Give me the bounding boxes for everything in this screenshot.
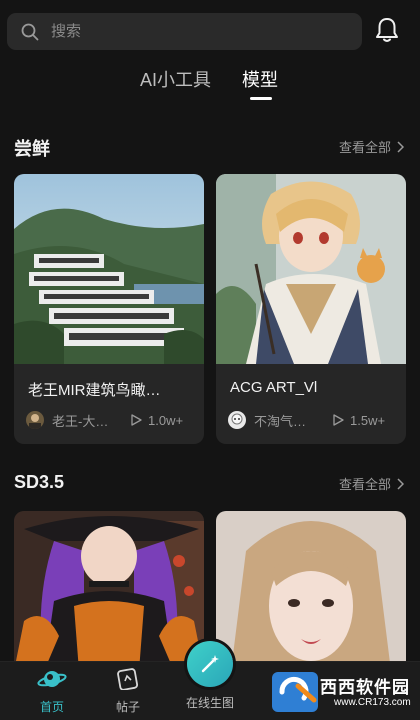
model-card[interactable] bbox=[216, 511, 406, 671]
model-thumbnail-anime bbox=[216, 174, 406, 364]
model-card[interactable] bbox=[14, 511, 204, 671]
bell-icon[interactable] bbox=[374, 16, 400, 44]
model-title: ACG ART_Vl bbox=[230, 379, 318, 396]
active-tab-indicator bbox=[250, 97, 272, 100]
play-icon bbox=[131, 414, 142, 426]
tab-ai-tools[interactable]: AI小工具 bbox=[140, 66, 211, 92]
view-all-link[interactable]: 查看全部 bbox=[339, 137, 404, 156]
avatar bbox=[228, 411, 246, 429]
magic-wand-icon bbox=[201, 655, 219, 673]
author-name: 不淘气… bbox=[254, 413, 307, 429]
chevron-right-icon bbox=[397, 477, 404, 490]
nav-label: 帖子 bbox=[115, 700, 140, 714]
model-card[interactable]: ACG ART_Vl 不淘气… 1.5w+ bbox=[216, 174, 406, 444]
search-icon bbox=[21, 23, 39, 40]
watermark-url: www.CR173.com bbox=[334, 697, 411, 708]
top-bar bbox=[0, 0, 420, 60]
model-thumbnail-architecture bbox=[14, 174, 204, 364]
section-title: SD3.5 bbox=[14, 472, 65, 492]
cards-icon bbox=[117, 668, 139, 691]
search-input[interactable] bbox=[49, 22, 329, 41]
nav-posts[interactable]: 帖子 bbox=[98, 668, 158, 715]
section-title: 尝鲜 bbox=[14, 139, 50, 159]
nav-label: 首页 bbox=[39, 700, 64, 714]
nav-home[interactable]: 首页 bbox=[22, 668, 82, 715]
avatar bbox=[26, 411, 44, 429]
section-header-sd35: SD3.5 查看全部 bbox=[0, 472, 420, 502]
section-header-trending: 尝鲜 查看全部 bbox=[0, 135, 420, 165]
chevron-right-icon bbox=[397, 140, 404, 153]
tab-models[interactable]: 模型 bbox=[242, 66, 278, 92]
model-title: 老王MIR建筑鸟瞰… bbox=[28, 382, 161, 399]
generate-label: 在线生图 bbox=[186, 696, 235, 710]
play-count: 1.0w+ bbox=[148, 412, 184, 428]
play-count: 1.5w+ bbox=[350, 412, 386, 428]
planet-icon bbox=[37, 671, 67, 687]
author-name: 老王-大… bbox=[52, 413, 109, 429]
model-meta: 老王-大… 1.0w+ bbox=[26, 410, 202, 430]
model-card[interactable]: 老王MIR建筑鸟瞰… 老王-大… 1.0w+ bbox=[14, 174, 204, 444]
view-all-label: 查看全部 bbox=[338, 140, 391, 155]
search-bar[interactable] bbox=[7, 13, 362, 50]
model-thumbnail-witch bbox=[14, 511, 204, 671]
watermark-text: 西西软件园 bbox=[320, 678, 410, 697]
play-icon bbox=[333, 414, 344, 426]
tab-bar: AI小工具 模型 bbox=[0, 62, 420, 102]
model-meta: 不淘气… 1.5w+ bbox=[228, 410, 404, 430]
view-all-label: 查看全部 bbox=[338, 477, 391, 492]
generate-button[interactable] bbox=[187, 641, 233, 687]
view-all-link[interactable]: 查看全部 bbox=[339, 474, 404, 493]
model-thumbnail-portrait bbox=[216, 511, 406, 671]
